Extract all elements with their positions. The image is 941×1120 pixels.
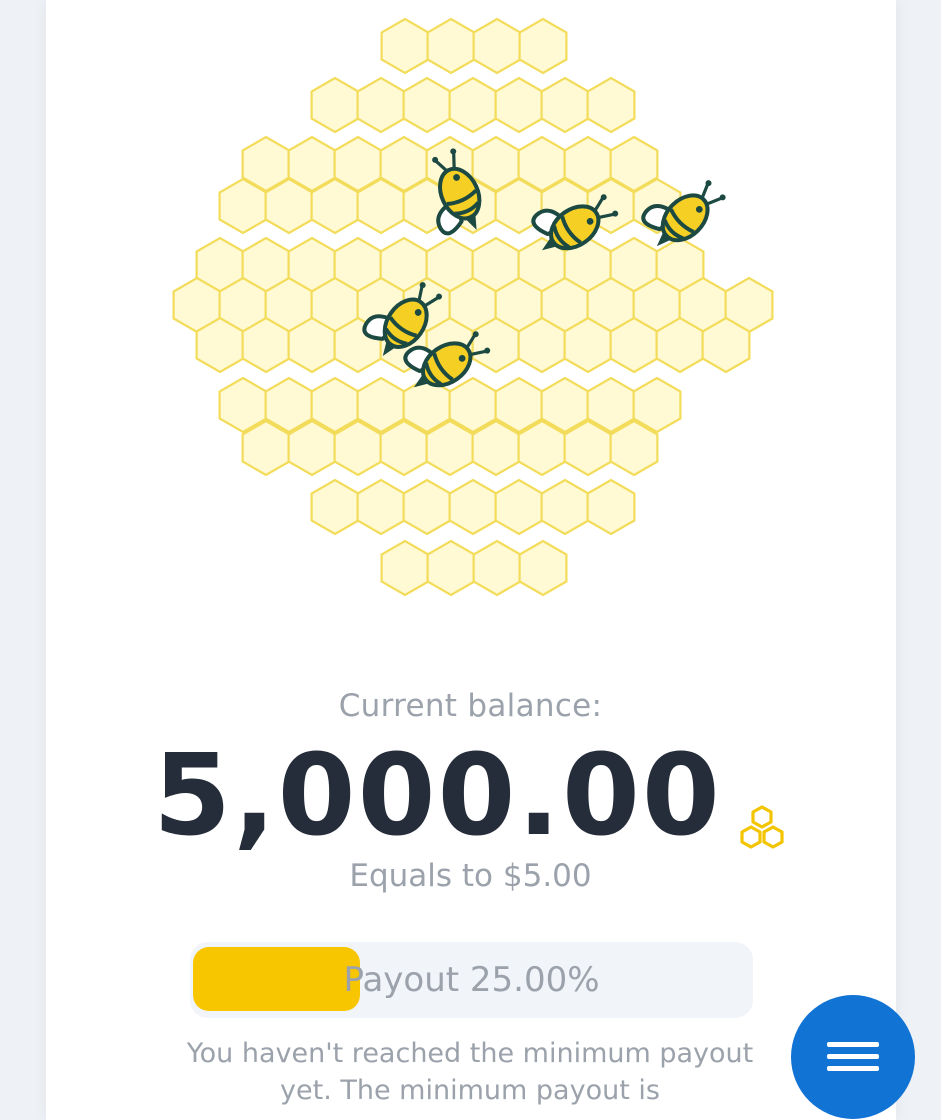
honeycomb-cell (586, 76, 636, 134)
honeycomb-cells (172, 17, 774, 597)
honeycomb-cell (518, 539, 568, 597)
honeycomb-cell (380, 539, 430, 597)
honeycomb-cell (380, 17, 430, 75)
honeycomb-cell (518, 17, 568, 75)
honeycomb-cell (540, 478, 590, 536)
honeycomb-cell (310, 478, 360, 536)
honeycomb-cell (472, 539, 522, 597)
minimum-payout-notice: You haven't reached the minimum payout y… (186, 1038, 754, 1106)
balance-amount: 5,000.00 (153, 731, 722, 861)
menu-button[interactable] (791, 995, 915, 1119)
honeycomb-cell (356, 478, 406, 536)
honeycomb-cell (494, 478, 544, 536)
honeycomb-hive-illustration (172, 17, 774, 597)
honeycomb-cell (356, 76, 406, 134)
honeycomb-cell (426, 17, 476, 75)
honeycomb-cell (426, 539, 476, 597)
honeycomb-cell (586, 478, 636, 536)
honeycomb-cell (402, 478, 452, 536)
honeycomb-cell (448, 76, 498, 134)
honeycomb-cell (472, 17, 522, 75)
honeycomb-cell (494, 76, 544, 134)
usd-equivalent: Equals to $5.00 (349, 858, 592, 894)
balance-row: 5,000.00 (0, 738, 941, 854)
honeycomb-cell (310, 76, 360, 134)
honeycomb-cell (448, 478, 498, 536)
honeycomb-cell (402, 76, 452, 134)
honeycomb-coin-icon (740, 805, 784, 849)
payout-progress-label: Payout 25.00% (343, 960, 600, 1000)
current-balance-label: Current balance: (338, 688, 603, 724)
honeycomb-cell (540, 76, 590, 134)
payout-progress-bar: Payout 25.00% (190, 942, 753, 1018)
